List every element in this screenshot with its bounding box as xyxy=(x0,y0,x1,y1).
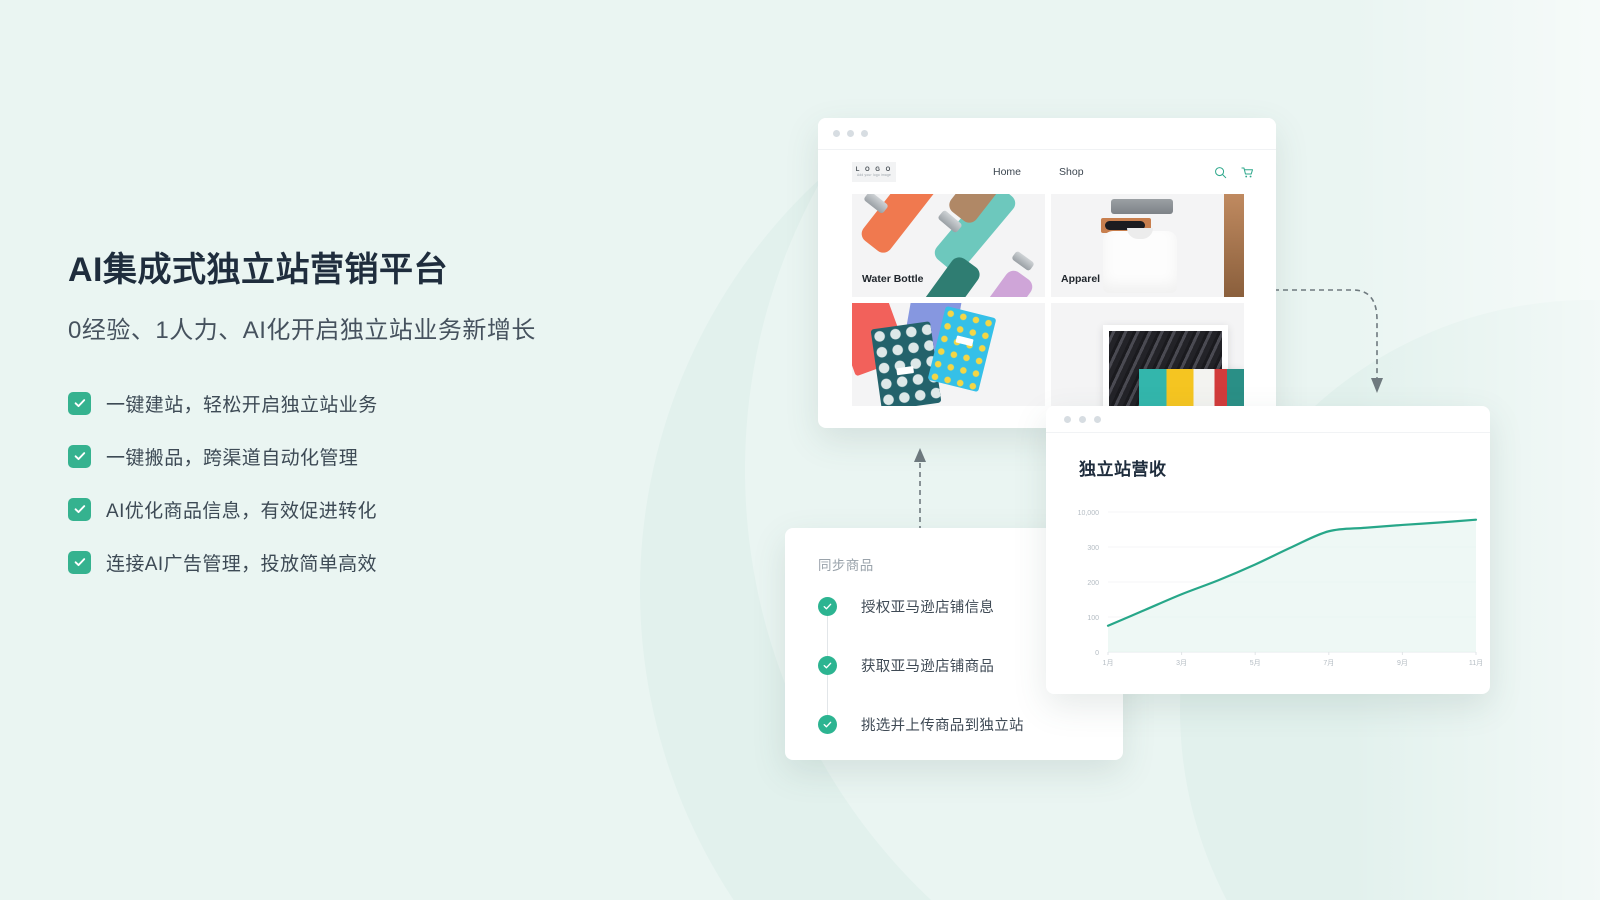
checkbox-checked-icon xyxy=(68,550,91,574)
window-dot-minimize-icon[interactable] xyxy=(1079,415,1086,423)
chart-x-tick-label: 9月 xyxy=(1397,659,1408,667)
feature-list: 一键建站，轻松开启独立站业务 一键搬品，跨渠道自动化管理 AI优化商品信息，有效… xyxy=(68,390,688,576)
list-item-label: AI优化商品信息，有效促进转化 xyxy=(106,500,377,522)
chart-window-titlebar xyxy=(1046,406,1490,433)
search-icon[interactable] xyxy=(1214,166,1227,179)
product-photo-notebooks xyxy=(852,303,1045,406)
checkbox-checked-icon xyxy=(68,444,91,468)
product-card-label: Water Bottle xyxy=(862,273,924,285)
sync-step-2: 获取亚马逊店铺商品 xyxy=(818,655,1123,675)
window-dot-minimize-icon[interactable] xyxy=(847,130,854,137)
checkbox-checked-icon xyxy=(68,497,91,521)
storefront-navbar: L O G O Add your logo image Home Shop xyxy=(818,150,1276,194)
product-card-posters[interactable] xyxy=(1051,303,1244,406)
list-item-label: 一键搬品，跨渠道自动化管理 xyxy=(106,447,359,469)
chart-y-tick-label: 200 xyxy=(1087,580,1099,587)
check-circle-icon xyxy=(818,714,837,734)
product-photo-posters xyxy=(1051,303,1244,406)
nav-link-home[interactable]: Home xyxy=(993,166,1021,178)
storefront-browser-window: L O G O Add your logo image Home Shop Wa… xyxy=(818,118,1276,428)
page-subtitle: 0经验、1人力、AI化开启独立站业务新增长 xyxy=(68,317,536,345)
storefront-nav-links: Home Shop xyxy=(993,166,1084,178)
chart-area-fill xyxy=(1108,519,1476,652)
check-circle-icon xyxy=(818,596,837,616)
list-item: AI优化商品信息，有效促进转化 xyxy=(68,496,688,523)
chart-y-tick-label: 100 xyxy=(1087,615,1099,622)
browser-titlebar xyxy=(818,118,1276,150)
hero-banner: AI集成式独立站营销平台 0经验、1人力、AI化开启独立站业务新增长 一键建站，… xyxy=(0,0,1600,900)
chart-x-tick-label: 11月 xyxy=(1469,659,1483,667)
list-item-label: 一键建站，轻松开启独立站业务 xyxy=(106,394,378,416)
sync-step-label: 获取亚马逊店铺商品 xyxy=(861,658,995,675)
product-card-label: Apparel xyxy=(1061,273,1101,285)
chart-x-tick-label: 3月 xyxy=(1176,659,1187,667)
page-title: AI集成式独立站营销平台 xyxy=(68,251,448,289)
revenue-chart-window: 独立站营收 0 100 200 300 10,000 1月 3月 5月 7月 9月 11月 xyxy=(1046,406,1490,694)
list-item: 一键建站，轻松开启独立站业务 xyxy=(68,390,688,417)
chart-x-tick-label: 5月 xyxy=(1250,659,1261,667)
chart-y-tick-label: 10,000 xyxy=(1078,510,1100,517)
sync-step-1: 授权亚马逊店铺信息 xyxy=(818,596,1123,616)
chart-y-tick-label: 300 xyxy=(1087,545,1099,552)
chart-title: 独立站营收 xyxy=(1079,460,1167,479)
storefront-logo-text: L O G O xyxy=(855,166,893,173)
product-card-water-bottle[interactable]: Water Bottle xyxy=(852,194,1045,297)
check-circle-icon xyxy=(818,655,837,675)
storefront-nav-icons xyxy=(1214,166,1254,179)
window-dot-close-icon[interactable] xyxy=(1064,415,1071,423)
sync-step-label: 授权亚马逊店铺信息 xyxy=(861,599,995,616)
window-dot-close-icon[interactable] xyxy=(833,130,840,137)
product-grid: Water Bottle Apparel xyxy=(818,194,1276,406)
window-dot-maximize-icon[interactable] xyxy=(1094,415,1101,423)
storefront-logo-subtext: Add your logo image xyxy=(856,173,892,178)
storefront-logo[interactable]: L O G O Add your logo image xyxy=(852,162,896,182)
list-item: 一键搬品，跨渠道自动化管理 xyxy=(68,443,688,470)
product-card-apparel[interactable]: Apparel xyxy=(1051,194,1244,297)
list-item: 连接AI广告管理，投放简单高效 xyxy=(68,549,688,576)
list-item-label: 连接AI广告管理，投放简单高效 xyxy=(106,553,377,575)
checkbox-checked-icon xyxy=(68,391,91,415)
nav-link-shop[interactable]: Shop xyxy=(1059,166,1084,178)
chart-x-tick-label: 7月 xyxy=(1323,659,1334,667)
sync-step-label: 挑选并上传商品到独立站 xyxy=(861,717,1024,734)
window-dot-maximize-icon[interactable] xyxy=(861,130,868,137)
cart-icon[interactable] xyxy=(1241,166,1254,179)
sync-step-3: 挑选并上传商品到独立站 xyxy=(818,714,1123,734)
hero-copy: AI集成式独立站营销平台 0经验、1人力、AI化开启独立站业务新增长 一键建站，… xyxy=(68,248,688,602)
product-card-notebooks[interactable] xyxy=(852,303,1045,406)
